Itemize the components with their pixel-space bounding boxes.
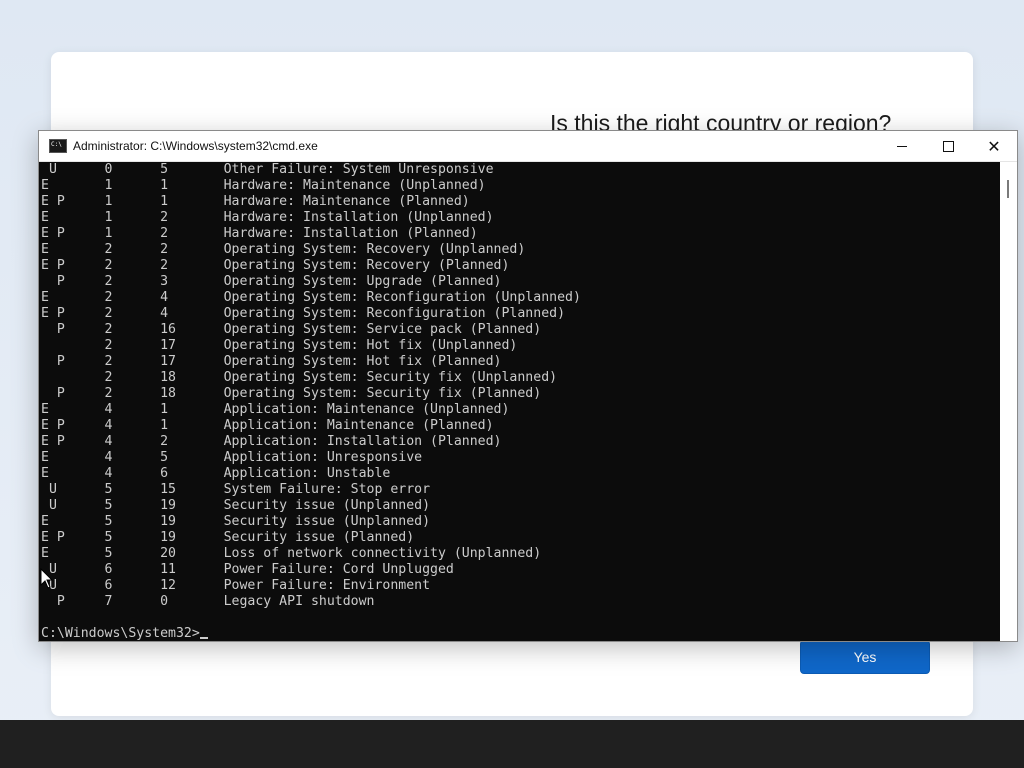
yes-button[interactable]: Yes — [800, 640, 930, 674]
console-line: E 4 6 Application: Unstable — [41, 466, 391, 481]
console-line: P 2 17 Operating System: Hot fix (Planne… — [41, 354, 502, 369]
maximize-icon — [942, 140, 954, 152]
console-line: E 2 2 Operating System: Recovery (Unplan… — [41, 242, 526, 257]
console-line: U 6 11 Power Failure: Cord Unplugged — [41, 562, 454, 577]
cmd-window-title: Administrator: C:\Windows\system32\cmd.e… — [73, 139, 318, 153]
window-controls: ✕ — [879, 131, 1017, 161]
console-line: E P 5 19 Security issue (Planned) — [41, 530, 415, 545]
console-line: E P 1 2 Hardware: Installation (Planned) — [41, 226, 478, 241]
mouse-pointer-icon — [40, 568, 54, 589]
console-line: E 4 5 Application: Unresponsive — [41, 450, 423, 465]
text-cursor — [199, 637, 208, 639]
vertical-scrollbar[interactable] — [1000, 162, 1017, 641]
console-line: 2 17 Operating System: Hot fix (Unplanne… — [41, 338, 518, 353]
taskbar — [0, 720, 1024, 768]
console-line: U 5 15 System Failure: Stop error — [41, 482, 431, 497]
console-line: P 2 3 Operating System: Upgrade (Planned… — [41, 274, 502, 289]
console-line: E P 4 1 Application: Maintenance (Planne… — [41, 418, 494, 433]
console-line: E 2 4 Operating System: Reconfiguration … — [41, 290, 581, 305]
console-line: E 1 1 Hardware: Maintenance (Unplanned) — [41, 178, 486, 193]
maximize-button[interactable] — [925, 131, 971, 161]
console-lines: U 0 5 Other Failure: System Unresponsive… — [39, 162, 999, 641]
command-prompt-line[interactable]: C:\Windows\System32> — [41, 626, 999, 641]
cmd-window[interactable]: Administrator: C:\Windows\system32\cmd.e… — [38, 130, 1018, 642]
console-line: U 0 5 Other Failure: System Unresponsive — [41, 162, 494, 177]
console-line: 2 18 Operating System: Security fix (Unp… — [41, 370, 558, 385]
close-button[interactable]: ✕ — [971, 131, 1017, 161]
minimize-icon — [897, 145, 907, 147]
cmd-titlebar[interactable]: Administrator: C:\Windows\system32\cmd.e… — [39, 131, 1017, 162]
console-line: U 6 12 Power Failure: Environment — [41, 578, 431, 593]
console-line: E P 4 2 Application: Installation (Plann… — [41, 434, 502, 449]
console-line: E P 2 4 Operating System: Reconfiguratio… — [41, 306, 566, 321]
console-line: P 2 18 Operating System: Security fix (P… — [41, 386, 542, 401]
console-line: E P 1 1 Hardware: Maintenance (Planned) — [41, 194, 470, 209]
console-line: U 5 19 Security issue (Unplanned) — [41, 498, 431, 513]
cmd-console-output[interactable]: U 0 5 Other Failure: System Unresponsive… — [39, 162, 999, 641]
console-line: E 5 19 Security issue (Unplanned) — [41, 514, 431, 529]
cmd-app-icon — [49, 139, 67, 153]
console-line: P 2 16 Operating System: Service pack (P… — [41, 322, 542, 337]
console-line: E P 2 2 Operating System: Recovery (Plan… — [41, 258, 510, 273]
console-line: P 7 0 Legacy API shutdown — [41, 594, 375, 609]
minimize-button[interactable] — [879, 131, 925, 161]
close-icon: ✕ — [987, 136, 1001, 156]
scrollbar-thumb[interactable] — [1007, 180, 1009, 198]
console-line: E 4 1 Application: Maintenance (Unplanne… — [41, 402, 510, 417]
command-prompt: C:\Windows\System32> — [41, 626, 200, 641]
console-line: E 1 2 Hardware: Installation (Unplanned) — [41, 210, 494, 225]
console-line: E 5 20 Loss of network connectivity (Unp… — [41, 546, 542, 561]
